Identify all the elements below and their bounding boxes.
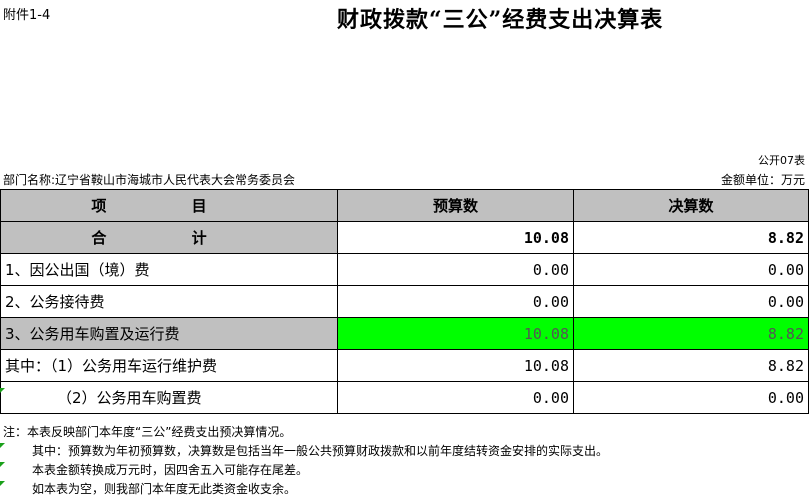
expense-table: 项 目 预算数 决算数 合 计 10.08 8.82 1、因公出国（境）费 0.… — [0, 189, 809, 414]
note-line: 如本表为空，则我部门本年度无此类资金收支余。 — [32, 482, 297, 496]
actual-cell[interactable]: 8.82 — [573, 349, 809, 382]
row-label[interactable]: （2）公务用车购置费 — [0, 381, 338, 414]
actual-cell[interactable]: 8.82 — [573, 221, 809, 254]
cell-marker-icon — [0, 481, 5, 486]
note-line: 注：本表反映部门本年度“三公”经费支出预决算情况。 — [3, 425, 292, 439]
budget-cell[interactable]: 0.00 — [337, 285, 574, 318]
budget-cell[interactable]: 0.00 — [337, 381, 574, 414]
table-row: 3、公务用车购置及运行费 10.08 8.82 — [0, 317, 809, 350]
actual-cell[interactable]: 0.00 — [573, 381, 809, 414]
note-line: 本表金额转换成万元时，因四舍五入可能存在尾差。 — [32, 463, 309, 477]
table-row: （2）公务用车购置费 0.00 0.00 — [0, 381, 809, 414]
actual-cell-highlighted[interactable]: 8.82 — [573, 317, 809, 350]
budget-cell-highlighted[interactable]: 10.08 — [337, 317, 574, 350]
header-row: 项 目 预算数 决算数 — [0, 189, 809, 222]
table-row: 其中：（1）公务用车运行维护费 10.08 8.82 — [0, 349, 809, 382]
cell-marker-icon — [0, 462, 5, 467]
amount-unit: 金额单位：万元 — [720, 173, 805, 187]
budget-cell[interactable]: 10.08 — [337, 349, 574, 382]
budget-cell[interactable]: 10.08 — [337, 221, 574, 254]
row-label[interactable]: 2、公务接待费 — [0, 285, 338, 318]
note-line: 其中：预算数为年初预算数，决算数是包括当年一般公共预算财政拨款和以前年度结转资金… — [32, 444, 609, 458]
budget-cell[interactable]: 0.00 — [337, 253, 574, 286]
actual-cell[interactable]: 0.00 — [573, 285, 809, 318]
department-name: 部门名称:辽宁省鞍山市海城市人民代表大会常务委员会 — [3, 173, 296, 187]
attachment-label: 附件1-4 — [3, 8, 51, 23]
table-row: 2、公务接待费 0.00 0.00 — [0, 285, 809, 318]
cell-marker-icon — [0, 443, 5, 448]
header-item[interactable]: 项 目 — [0, 189, 338, 222]
row-label[interactable]: 其中：（1）公务用车运行维护费 — [0, 349, 338, 382]
page-title: 财政拨款“三公”经费支出决算表 — [337, 7, 664, 33]
cell-marker-icon — [0, 388, 5, 393]
form-number: 公开07表 — [758, 154, 805, 167]
row-label[interactable]: 合 计 — [0, 221, 338, 254]
actual-cell[interactable]: 0.00 — [573, 253, 809, 286]
table-row-total: 合 计 10.08 8.82 — [0, 221, 809, 254]
row-label[interactable]: 1、因公出国（境）费 — [0, 253, 338, 286]
header-actual[interactable]: 决算数 — [573, 189, 809, 222]
table-row: 1、因公出国（境）费 0.00 0.00 — [0, 253, 809, 286]
header-budget[interactable]: 预算数 — [337, 189, 574, 222]
row-label[interactable]: 3、公务用车购置及运行费 — [0, 317, 338, 350]
notes: 注：本表反映部门本年度“三公”经费支出预决算情况。 其中：预算数为年初预算数，决… — [3, 423, 608, 499]
